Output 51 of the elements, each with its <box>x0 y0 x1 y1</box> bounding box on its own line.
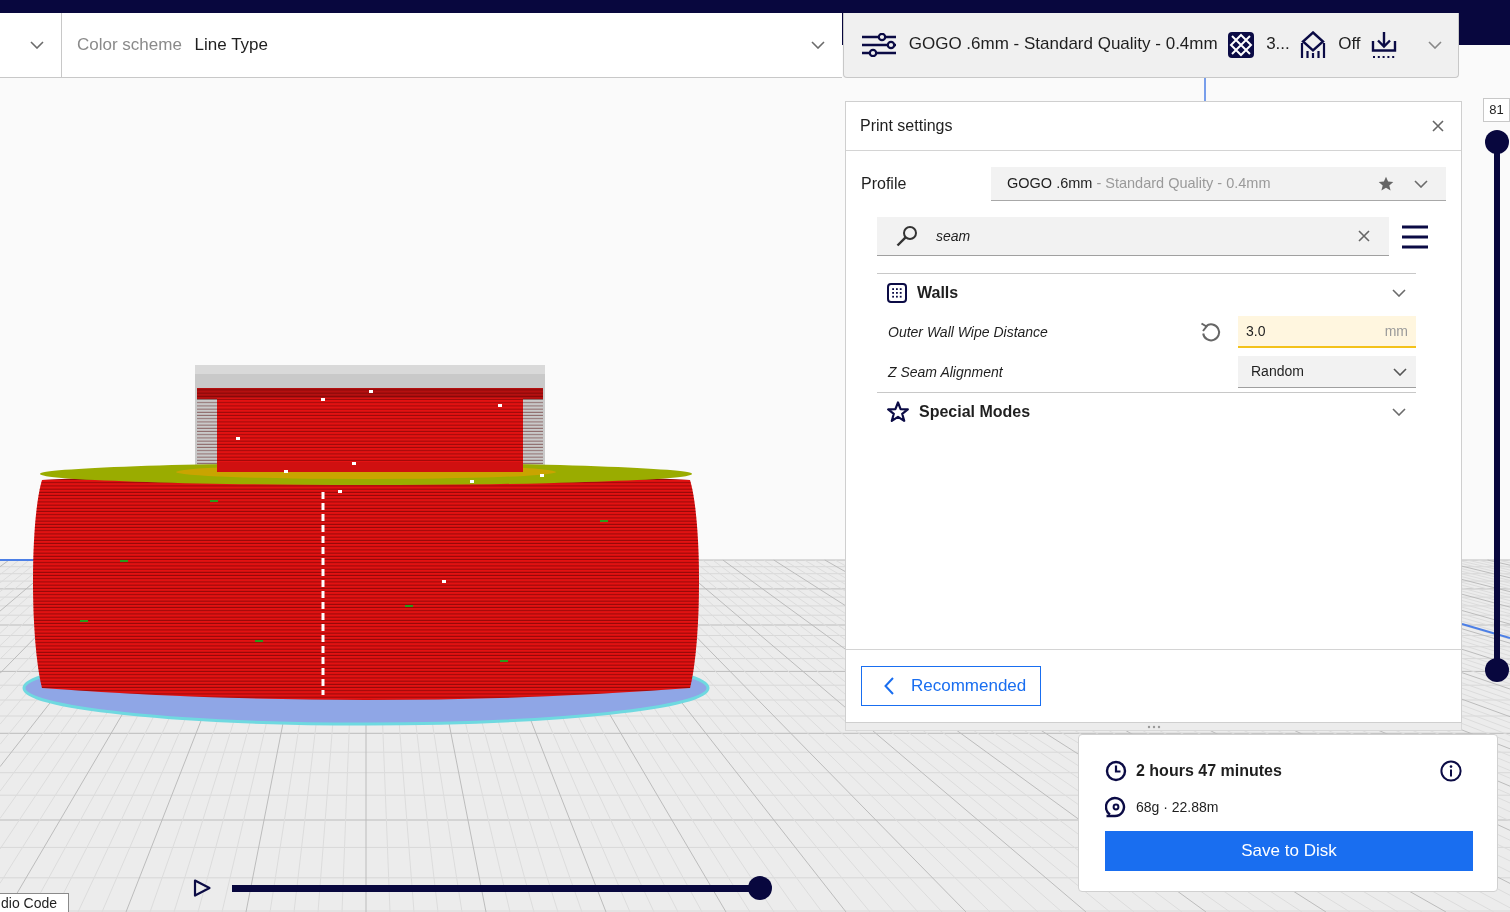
color-scheme-dropdown[interactable]: Color scheme Line Type <box>62 13 842 78</box>
panel-title: Print settings <box>860 116 953 136</box>
material-usage-text: 68g · 22.88m <box>1136 797 1219 817</box>
recommended-button[interactable]: Recommended <box>861 666 1041 706</box>
menu-icon <box>1402 224 1428 249</box>
star-icon <box>1378 175 1394 192</box>
chevron-down-icon <box>1414 179 1428 188</box>
chevron-down-icon <box>1392 408 1406 416</box>
print-setup-button[interactable]: GOGO .6mm - Standard Quality - 0.4mm 3... Off <box>843 13 1459 78</box>
print-time-text: 2 hours 47 minutes <box>1136 761 1283 781</box>
slider-handle[interactable] <box>1485 658 1509 682</box>
spool-icon <box>1105 796 1127 818</box>
chevron-left-icon <box>884 677 894 695</box>
close-icon <box>1432 120 1444 132</box>
chevron-down-icon <box>30 41 44 49</box>
category-header[interactable]: Walls <box>877 274 1416 312</box>
info-icon[interactable] <box>1440 760 1462 782</box>
close-button[interactable] <box>1432 120 1444 132</box>
layer-slider-track[interactable] <box>1485 130 1509 682</box>
adhesion-icon <box>1371 31 1398 59</box>
infill-icon <box>1228 32 1255 58</box>
chevron-down-icon <box>1428 41 1442 49</box>
reset-icon[interactable] <box>1200 321 1222 343</box>
setting-dropdown[interactable]: Random <box>1238 356 1416 388</box>
build-volume-edge <box>1204 77 1206 102</box>
grip-icon <box>1146 724 1161 729</box>
number-field[interactable]: 3.0 mm <box>1238 316 1416 348</box>
play-icon[interactable] <box>193 879 211 897</box>
sliders-icon <box>862 33 896 57</box>
menu-button[interactable] <box>1402 224 1428 249</box>
tooltip-label: dio Code <box>0 893 69 912</box>
profile-dropdown[interactable]: GOGO .6mm - Standard Quality - 0.4mm <box>991 167 1446 201</box>
chevron-down-icon <box>811 41 825 49</box>
star-icon <box>887 401 909 423</box>
clock-icon <box>1105 760 1127 782</box>
setting-label: Outer Wall Wipe Distance <box>888 322 1049 342</box>
grid-icon <box>887 283 907 303</box>
category-header[interactable]: Special Modes <box>877 393 1416 431</box>
chevron-down-icon <box>1393 367 1407 376</box>
chevron-down-icon <box>1392 289 1406 297</box>
layer-number-label: 81 <box>1483 98 1510 122</box>
support-icon <box>1300 31 1327 59</box>
search-icon <box>896 225 918 247</box>
slider-handle[interactable] <box>1485 130 1509 154</box>
clear-icon[interactable] <box>1358 230 1370 242</box>
setting-label: Z Seam Alignment <box>888 362 1004 382</box>
search-field[interactable]: seam <box>877 217 1389 256</box>
save-to-disk-button[interactable]: Save to Disk <box>1105 831 1473 871</box>
profile-label: Profile <box>861 174 908 194</box>
slider-handle[interactable] <box>748 876 772 900</box>
panel-resize-handle[interactable] <box>845 723 1462 731</box>
